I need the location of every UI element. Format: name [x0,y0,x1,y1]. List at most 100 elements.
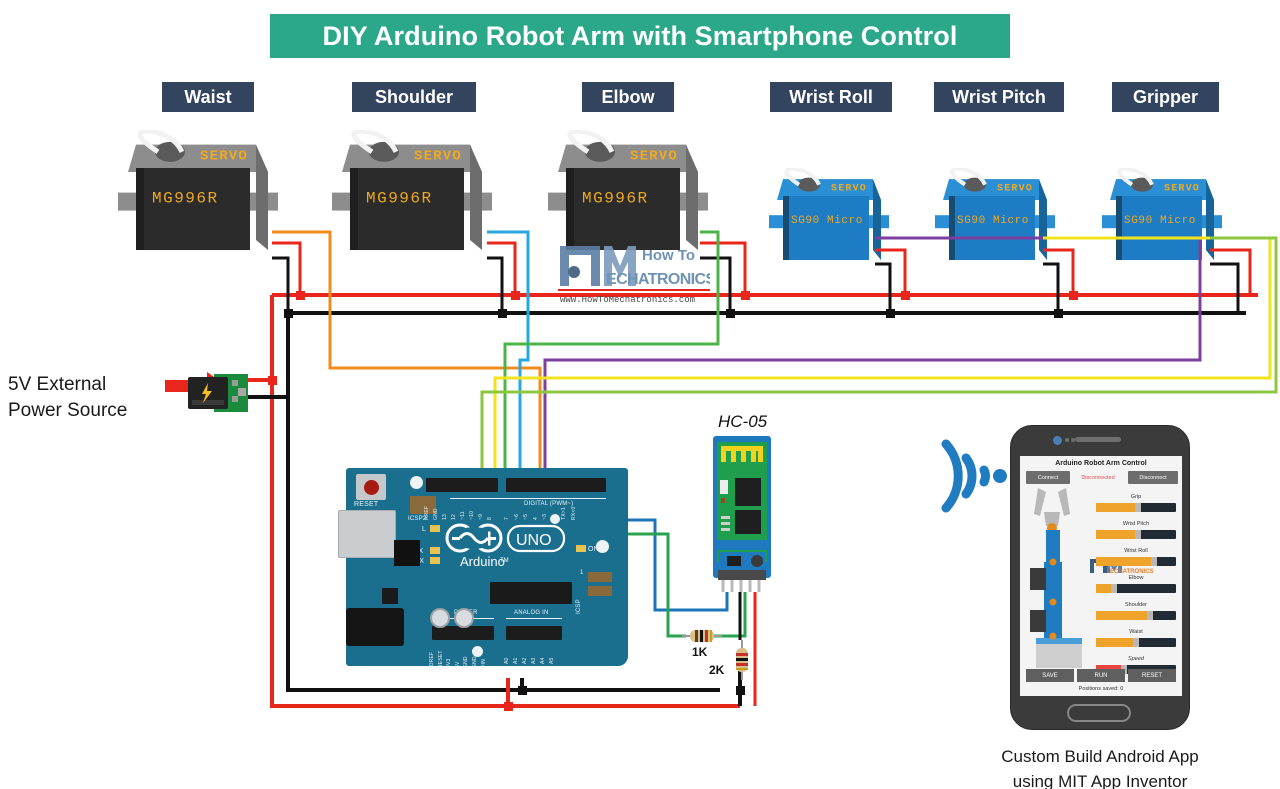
servo-brand-text: SERVO [200,148,248,164]
servo-model-text: MG996R [582,189,649,207]
analog-pin-label-A4: A4 [540,657,546,664]
pin-label-AREF: AREF [424,505,430,520]
usb-controller-chip [394,540,420,566]
joint-label-text: Gripper [1132,86,1198,107]
pin-label-RX0: RX<0 [570,506,577,520]
phone-home-button[interactable] [1067,704,1131,722]
reset-button-cap[interactable] [364,480,379,495]
joint-label-waist: Waist [162,82,254,112]
power-pin-label-5V: 5V [454,661,461,668]
slider-label-waist: Waist [1129,629,1143,635]
analog-pin-label-A5: A5 [549,657,555,664]
phone-caption-line2: using MIT App Inventor [1012,771,1188,789]
servo-model-text: SG90 Micro [1124,215,1196,227]
joint-label-text: Elbow [601,86,655,107]
power-supply-module-icon [188,374,248,412]
capacitor [430,608,450,628]
slider-thumb[interactable] [1134,503,1141,512]
smartphone[interactable]: Arduino Robot Arm Control Connect Disconn… [1010,425,1190,730]
servo-waist[interactable]: SERVO MG996R [118,130,278,260]
servo-wrist-roll[interactable]: SERVO SG90 Micro [769,168,889,266]
digital-header-low[interactable] [506,478,606,492]
app-button-disconnected: Disconnected [1081,474,1115,481]
page-title-banner: DIY Arduino Robot Arm with Smartphone Co… [270,14,1010,58]
barrel-power-jack[interactable] [346,608,404,646]
servo-gripper[interactable]: SERVO SG90 Micro [1102,168,1222,266]
arduino-uno-board[interactable]: RESET ICSP2 DIGITAL (PWM~) POWER ANALOG … [338,468,628,678]
power-pin-label-IOREF: IOREF [429,651,435,668]
watermark-howto: How To [642,247,695,264]
hc05-bluetooth-module[interactable] [713,436,775,596]
joint-label-wrist-roll: Wrist Roll [770,82,892,112]
pin-label-11: ~11 [460,511,466,520]
slider-thumb[interactable] [1133,638,1139,647]
app-button-connect[interactable]: Connect [1026,471,1070,484]
phone-earpiece [1075,437,1121,442]
pin-label-5: ~5 [523,513,529,520]
servo-brand-text: SERVO [831,183,867,194]
regulator-chip [382,588,398,604]
phone-caption-line1: Custom Build Android App [1001,747,1199,766]
resistor-label-1k: 1K [692,645,708,659]
pin-label-12: 12 [451,514,457,520]
analog-header[interactable] [506,626,562,640]
slider-wrist-roll[interactable] [1096,557,1176,566]
pin-label-3: ~3 [542,513,548,520]
slider-elbow[interactable] [1096,584,1176,593]
power-header[interactable] [432,626,494,640]
analog-pin-label-A1: A1 [513,657,519,664]
reset-button[interactable] [356,474,386,500]
watermark-url: www.HowToMechatronics.com [560,295,695,304]
diagram-canvas: DIY Arduino Robot Arm with Smartphone Co… [0,0,1280,789]
app-run-button[interactable]: RUN [1077,669,1125,682]
slider-thumb[interactable] [1150,557,1157,566]
servo-brand-text: SERVO [1164,183,1200,194]
servo-brand-text: SERVO [414,148,462,164]
analog-header-silkscreen: ANALOG IN [514,610,549,616]
resistor-2k-icon [736,640,748,680]
icsp-pin1-label: 1 [580,570,584,576]
slider-thumb[interactable] [1110,584,1117,593]
pin-label-4: 4 [532,517,539,520]
microcontroller-chip [490,582,572,604]
analog-pin-label-A2: A2 [522,657,528,664]
led-rx [430,557,440,564]
slider-wrist-pitch[interactable] [1096,530,1176,539]
servo-model-text: MG996R [152,189,219,207]
slider-thumb[interactable] [1147,611,1154,620]
slider-grip[interactable] [1096,503,1176,512]
slider-waist[interactable] [1096,638,1176,647]
wifi-signal-icon [941,439,1007,513]
joint-label-text: Wrist Pitch [952,86,1046,107]
digital-header-high[interactable] [426,478,498,492]
pin-label-8: 8 [487,517,493,520]
power-pin-label-RESET: RESET [437,650,444,668]
app-button-disconnect[interactable]: Disconnect [1128,471,1178,484]
usb-port[interactable] [338,510,396,558]
pin-label-2: 2 [551,517,558,520]
app-save-button[interactable]: SAVE [1026,669,1074,682]
analog-pin-label-A0: A0 [504,657,510,664]
icsp-header-row2[interactable] [588,586,612,596]
power-source-label-line1: 5V External [8,374,107,395]
slider-thumb[interactable] [1134,530,1141,539]
servo-wrist-pitch[interactable]: SERVO SG90 Micro [935,168,1055,266]
joint-label-wrist-pitch: Wrist Pitch [934,82,1064,112]
servo-shoulder[interactable]: SERVO MG996R [332,130,492,260]
led-on [576,545,586,552]
led-tx [430,547,440,554]
slider-label-speed: Speed [1128,656,1144,662]
arduino-logo-icon: UNO Arduino TM [445,523,566,568]
app-reset-button[interactable]: RESET [1128,669,1176,682]
hc05-label: HC-05 [718,412,768,431]
slider-shoulder[interactable] [1096,611,1176,620]
icsp-header[interactable] [588,572,612,582]
slider-fill [1096,503,1138,512]
positions-saved-status: Positions saved: 0 [1078,686,1124,692]
phone-sensor-icon [1065,438,1069,442]
phone-sensor-icon [1071,438,1075,442]
phone-screen[interactable]: Arduino Robot Arm Control Connect Disconn… [1020,456,1182,696]
power-pin-label-GND: GND [472,656,478,668]
joint-label-text: Wrist Roll [789,86,873,107]
reset-silkscreen: RESET [354,501,379,508]
